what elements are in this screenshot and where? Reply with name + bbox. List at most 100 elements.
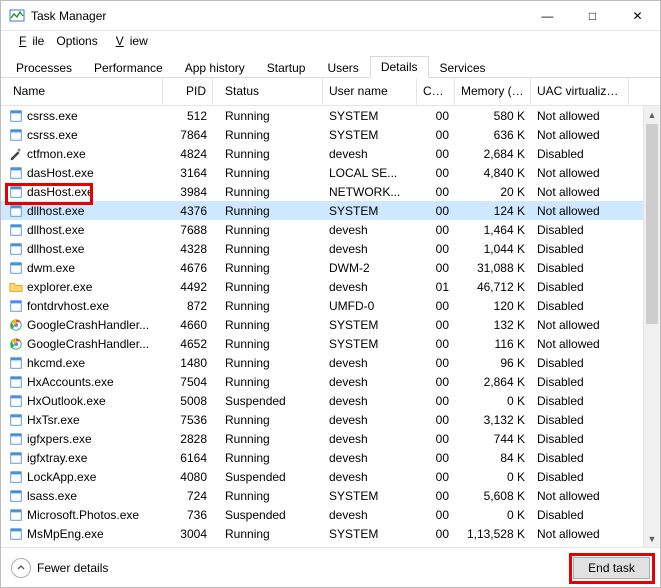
cell-cpu: 00	[417, 375, 455, 389]
table-row[interactable]: dllhost.exe4328Runningdevesh001,044 KDis…	[1, 239, 660, 258]
table-row[interactable]: GoogleCrashHandler...4660RunningSYSTEM00…	[1, 315, 660, 334]
tab-startup[interactable]: Startup	[256, 57, 317, 78]
table-row[interactable]: Microsoft.Photos.exe736Suspendeddevesh00…	[1, 505, 660, 524]
scroll-thumb[interactable]	[646, 124, 658, 324]
process-name: dllhost.exe	[27, 204, 84, 218]
table-row[interactable]: LockApp.exe4080Suspendeddevesh000 KDisab…	[1, 467, 660, 486]
tab-users[interactable]: Users	[316, 57, 369, 78]
table-row[interactable]: explorer.exe4492Runningdevesh0146,712 KD…	[1, 277, 660, 296]
tab-details[interactable]: Details	[370, 56, 429, 78]
window-controls: — □ ✕	[525, 1, 660, 30]
table-row[interactable]: GoogleCrashHandler...4652RunningSYSTEM00…	[1, 334, 660, 353]
tab-app-history[interactable]: App history	[174, 57, 256, 78]
cell-status: Running	[213, 432, 323, 446]
table-row[interactable]: lsass.exe724RunningSYSTEM005,608 KNot al…	[1, 486, 660, 505]
col-header-name[interactable]: Name	[7, 78, 163, 105]
tab-performance[interactable]: Performance	[83, 57, 174, 78]
table-row[interactable]: HxOutlook.exe5008Suspendeddevesh000 KDis…	[1, 391, 660, 410]
col-header-memory[interactable]: Memory (a...	[455, 78, 531, 105]
table-row[interactable]: dasHost.exe3164RunningLOCAL SE...004,840…	[1, 163, 660, 182]
menu-view[interactable]: View	[104, 32, 154, 50]
cell-memory: 3,132 K	[455, 413, 531, 427]
minimize-button[interactable]: —	[525, 1, 570, 30]
table-row[interactable]: csrss.exe7864RunningSYSTEM00636 KNot all…	[1, 125, 660, 144]
cell-status: Running	[213, 356, 323, 370]
cell-uac: Disabled	[531, 280, 629, 294]
cell-user: LOCAL SE...	[323, 166, 417, 180]
cell-pid: 1480	[163, 356, 213, 370]
process-icon	[9, 375, 23, 389]
process-icon	[9, 394, 23, 408]
process-name: dllhost.exe	[27, 242, 84, 256]
cell-cpu: 00	[417, 489, 455, 503]
collapse-icon	[11, 558, 31, 578]
cell-status: Running	[213, 451, 323, 465]
cell-pid: 3164	[163, 166, 213, 180]
column-headers: Name PID Status User name CPU Memory (a.…	[1, 78, 660, 106]
col-header-pid[interactable]: PID	[163, 78, 213, 105]
cell-user: devesh	[323, 147, 417, 161]
table-row[interactable]: HxAccounts.exe7504Runningdevesh002,864 K…	[1, 372, 660, 391]
process-icon	[9, 128, 23, 142]
table-row[interactable]: MsMpEng.exe3004RunningSYSTEM001,13,528 K…	[1, 524, 660, 543]
menubar: File Options View	[1, 31, 660, 51]
table-row[interactable]: dllhost.exe7688Runningdevesh001,464 KDis…	[1, 220, 660, 239]
tab-processes[interactable]: Processes	[5, 57, 83, 78]
cell-memory: 124 K	[455, 204, 531, 218]
table-row[interactable]: csrss.exe512RunningSYSTEM00580 KNot allo…	[1, 106, 660, 125]
cell-uac: Not allowed	[531, 489, 629, 503]
table-row[interactable]: fontdrvhost.exe872RunningUMFD-000120 KDi…	[1, 296, 660, 315]
process-name: explorer.exe	[27, 280, 92, 294]
table-row[interactable]: igfxtray.exe6164Runningdevesh0084 KDisab…	[1, 448, 660, 467]
tabs: Processes Performance App history Startu…	[1, 51, 660, 78]
scroll-up-button[interactable]: ▲	[644, 106, 660, 123]
table-row[interactable]: HxTsr.exe7536Runningdevesh003,132 KDisab…	[1, 410, 660, 429]
process-name: igfxtray.exe	[27, 451, 87, 465]
cell-user: SYSTEM	[323, 527, 417, 541]
cell-user: NETWORK...	[323, 185, 417, 199]
cell-cpu: 00	[417, 470, 455, 484]
close-button[interactable]: ✕	[615, 1, 660, 30]
table-row[interactable]: hkcmd.exe1480Runningdevesh0096 KDisabled	[1, 353, 660, 372]
cell-memory: 1,13,528 K	[455, 527, 531, 541]
tab-services[interactable]: Services	[429, 57, 497, 78]
scroll-down-button[interactable]: ▼	[644, 530, 660, 547]
cell-user: devesh	[323, 375, 417, 389]
fewer-details-label: Fewer details	[37, 561, 108, 575]
cell-cpu: 00	[417, 337, 455, 351]
process-name: fontdrvhost.exe	[27, 299, 109, 313]
footer: Fewer details End task	[1, 547, 660, 587]
cell-memory: 2,864 K	[455, 375, 531, 389]
cell-user: devesh	[323, 470, 417, 484]
col-header-uac[interactable]: UAC virtualizat...	[531, 78, 629, 105]
menu-options[interactable]: Options	[50, 32, 103, 50]
table-row[interactable]: dwm.exe4676RunningDWM-20031,088 KDisable…	[1, 258, 660, 277]
cell-pid: 4492	[163, 280, 213, 294]
process-name: csrss.exe	[27, 109, 78, 123]
cell-uac: Disabled	[531, 223, 629, 237]
cell-status: Running	[213, 166, 323, 180]
table-row[interactable]: igfxpers.exe2828Runningdevesh00744 KDisa…	[1, 429, 660, 448]
cell-cpu: 00	[417, 394, 455, 408]
cell-cpu: 00	[417, 147, 455, 161]
process-icon	[9, 204, 23, 218]
process-icon	[9, 451, 23, 465]
fewer-details[interactable]: Fewer details	[11, 558, 108, 578]
cell-pid: 4328	[163, 242, 213, 256]
scrollbar[interactable]: ▲ ▼	[643, 106, 660, 547]
process-list[interactable]: csrss.exe512RunningSYSTEM00580 KNot allo…	[1, 106, 660, 547]
cell-uac: Not allowed	[531, 185, 629, 199]
process-name: HxAccounts.exe	[27, 375, 114, 389]
menu-file[interactable]: File	[7, 32, 50, 50]
table-row[interactable]: dasHost.exe3984RunningNETWORK...0020 KNo…	[1, 182, 660, 201]
col-header-user[interactable]: User name	[323, 78, 417, 105]
table-row[interactable]: ctfmon.exe4824Runningdevesh002,684 KDisa…	[1, 144, 660, 163]
col-header-cpu[interactable]: CPU	[417, 78, 455, 105]
table-row[interactable]: dllhost.exe4376RunningSYSTEM00124 KNot a…	[1, 201, 660, 220]
end-task-button[interactable]: End task	[573, 557, 650, 579]
task-manager-icon	[9, 8, 25, 24]
process-name: ctfmon.exe	[27, 147, 86, 161]
col-header-status[interactable]: Status	[213, 78, 323, 105]
maximize-button[interactable]: □	[570, 1, 615, 30]
cell-memory: 120 K	[455, 299, 531, 313]
